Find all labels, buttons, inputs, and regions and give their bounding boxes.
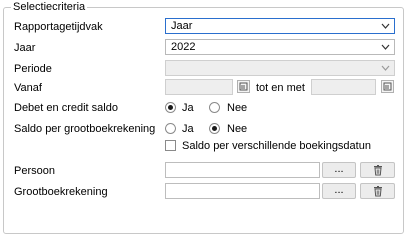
- chevron-down-icon: [381, 44, 390, 50]
- vanaf-input[interactable]: [165, 79, 233, 95]
- persoon-browse-button[interactable]: ...: [322, 162, 356, 178]
- rapportagetijdvak-value: Jaar: [171, 20, 193, 32]
- calendar-icon[interactable]: [381, 80, 394, 93]
- jaar-value: 2022: [171, 41, 196, 53]
- persoon-clear-button[interactable]: [360, 162, 395, 178]
- persoon-label: Persoon: [14, 165, 55, 177]
- grootboekrekening-browse-button[interactable]: ...: [322, 183, 356, 199]
- jaar-label: Jaar: [14, 42, 36, 54]
- debet-credit-ja-label: Ja: [182, 102, 194, 114]
- persoon-input[interactable]: [165, 162, 320, 178]
- trash-icon: [373, 165, 382, 176]
- debet-credit-label: Debet en credit saldo: [14, 102, 118, 114]
- jaar-select[interactable]: 2022: [165, 39, 395, 55]
- group-title: Selectiecriteria: [11, 1, 88, 14]
- grootboekrekening-label: Grootboekrekening: [14, 186, 108, 198]
- saldo-boekingsdatum-checkbox[interactable]: [165, 140, 176, 151]
- tot-en-met-label: tot en met: [256, 82, 305, 94]
- chevron-down-icon: [381, 65, 390, 71]
- periode-label: Periode: [14, 63, 52, 75]
- debet-credit-nee-label: Nee: [227, 102, 248, 114]
- debet-credit-ja-radio[interactable]: [165, 102, 176, 113]
- vanaf-label: Vanaf: [14, 82, 42, 94]
- calendar-icon[interactable]: [237, 80, 250, 93]
- saldo-boekingsdatum-label: Saldo per verschillende boekingsdatun: [182, 140, 371, 152]
- chevron-down-icon: [381, 23, 390, 29]
- rapportagetijdvak-select[interactable]: Jaar: [165, 18, 395, 34]
- saldo-grootboek-ja-radio[interactable]: [165, 123, 176, 134]
- saldo-grootboek-label: Saldo per grootboekrekening: [14, 123, 156, 135]
- saldo-grootboek-ja-label: Ja: [182, 123, 194, 135]
- tot-en-met-input[interactable]: [311, 79, 376, 95]
- grootboekrekening-input[interactable]: [165, 183, 320, 199]
- saldo-grootboek-nee-radio[interactable]: [209, 123, 220, 134]
- grootboekrekening-clear-button[interactable]: [360, 183, 395, 199]
- debet-credit-nee-radio[interactable]: [209, 102, 220, 113]
- trash-icon: [373, 186, 382, 197]
- periode-select[interactable]: [165, 60, 395, 76]
- rapportagetijdvak-label: Rapportagetijdvak: [14, 21, 103, 33]
- saldo-grootboek-nee-label: Nee: [227, 123, 248, 135]
